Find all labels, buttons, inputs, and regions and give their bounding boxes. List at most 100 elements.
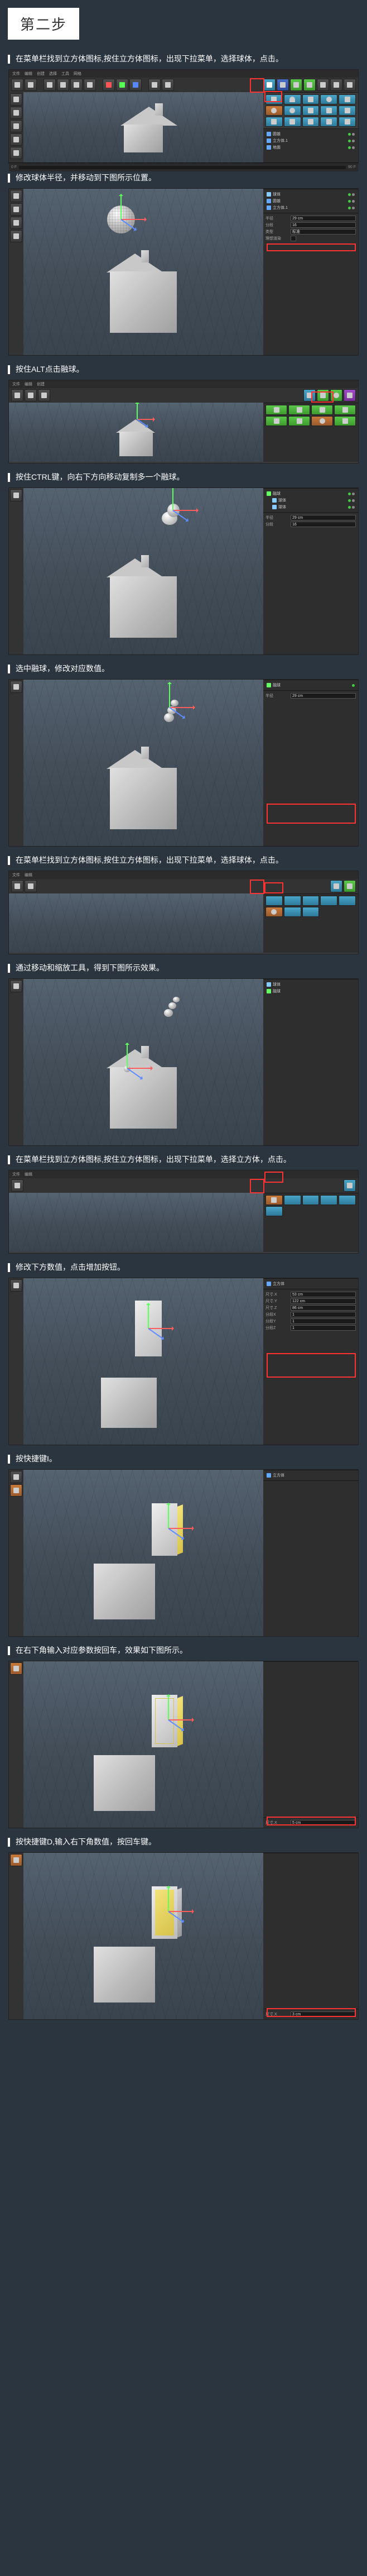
door-cube-mesh[interactable] <box>152 1886 177 1939</box>
viewport[interactable] <box>23 1278 263 1445</box>
move-gizmo[interactable] <box>137 419 138 420</box>
light-button[interactable] <box>344 79 356 91</box>
y-lock[interactable] <box>116 79 128 91</box>
gen-sweep[interactable] <box>265 416 287 426</box>
metaball-button[interactable] <box>330 389 342 402</box>
generator-button[interactable] <box>290 79 302 91</box>
poly-mode[interactable] <box>10 230 22 242</box>
undo-button[interactable] <box>11 1179 23 1192</box>
gen-bezier[interactable] <box>288 416 310 426</box>
prim-tube[interactable] <box>320 106 337 116</box>
model-mode[interactable] <box>10 980 22 992</box>
move-tool[interactable] <box>25 880 37 892</box>
x-lock[interactable] <box>103 79 115 91</box>
prim-cone[interactable] <box>284 1195 301 1205</box>
hull-field[interactable]: 29 cm <box>291 693 356 699</box>
segments-field[interactable]: 16 <box>291 522 356 527</box>
app-menubar[interactable]: 文件编辑 <box>9 1170 358 1178</box>
menu-item[interactable]: 创建 <box>37 71 45 77</box>
prim-torus[interactable] <box>284 106 301 116</box>
model-mode[interactable] <box>10 1471 22 1483</box>
gen-lathe[interactable] <box>311 405 333 415</box>
gen-metaball[interactable] <box>311 416 333 426</box>
move-gizmo[interactable] <box>168 1528 169 1529</box>
prim-disc[interactable] <box>320 896 337 906</box>
object-hierarchy[interactable]: 立方体 <box>263 1278 358 1289</box>
move-gizmo[interactable] <box>148 1328 149 1329</box>
prim-pyramid[interactable] <box>339 106 356 116</box>
prim-landscape[interactable] <box>339 117 356 127</box>
prim-torus[interactable] <box>284 907 301 917</box>
prim-capsule[interactable] <box>302 106 320 116</box>
model-mode[interactable] <box>10 489 22 501</box>
sizey-field[interactable]: 122 cm <box>291 1298 356 1304</box>
object-hierarchy[interactable]: 融球 <box>263 680 358 690</box>
app-menubar[interactable]: 文件编辑 <box>9 871 358 879</box>
prim-cube[interactable] <box>265 94 283 104</box>
cube-primitive-button[interactable] <box>303 389 316 402</box>
object-hierarchy[interactable]: 立方体 <box>263 1470 358 1480</box>
sizez-field[interactable]: 86 cm <box>291 1305 356 1311</box>
deformer-button[interactable] <box>344 389 356 402</box>
prim-cylinder[interactable] <box>302 896 320 906</box>
viewport[interactable] <box>23 1661 263 1828</box>
prim-plane[interactable] <box>339 896 356 906</box>
point-mode[interactable] <box>10 120 22 132</box>
segz-field[interactable]: 1 <box>291 1325 356 1331</box>
prim-oil[interactable] <box>284 117 301 127</box>
prim-plane[interactable] <box>339 94 356 104</box>
radius-field[interactable]: 29 cm <box>291 216 356 221</box>
viewport[interactable] <box>9 893 263 953</box>
segx-field[interactable]: 1 <box>291 1312 356 1317</box>
viewport[interactable] <box>23 680 263 846</box>
viewport[interactable] <box>9 403 263 462</box>
viewport[interactable] <box>23 1470 263 1636</box>
door-cube-mesh[interactable] <box>152 1503 177 1556</box>
poly-mode[interactable] <box>10 1662 22 1675</box>
ideal-check[interactable] <box>291 236 296 241</box>
viewport[interactable] <box>9 1193 263 1252</box>
rotate-tool[interactable] <box>84 79 96 91</box>
scale-tool[interactable] <box>38 389 50 402</box>
prim-sphere[interactable] <box>265 106 283 116</box>
prim-relief[interactable] <box>302 117 320 127</box>
prim-figure[interactable] <box>320 117 337 127</box>
timeline[interactable]: 0 F90 F <box>9 163 358 171</box>
inset-field[interactable]: 5 cm <box>291 1820 356 1825</box>
menu-item[interactable]: 工具 <box>61 71 69 77</box>
poly-mode[interactable] <box>10 1484 22 1497</box>
viewport[interactable] <box>23 92 263 163</box>
model-mode[interactable] <box>10 1279 22 1292</box>
gen-symmetry[interactable] <box>334 416 356 426</box>
undo-button[interactable] <box>11 880 23 892</box>
render-settings[interactable] <box>162 79 174 91</box>
prim-cylinder[interactable] <box>302 94 320 104</box>
model-mode[interactable] <box>10 681 22 693</box>
object-hierarchy[interactable]: 融球 球体 球体 <box>263 488 358 512</box>
prim-capsule[interactable] <box>302 907 320 917</box>
segy-field[interactable]: 1 <box>291 1318 356 1324</box>
prim-cube[interactable] <box>265 1195 283 1205</box>
smoke-blob[interactable] <box>164 713 174 722</box>
gen-subdiv[interactable] <box>265 405 287 415</box>
z-lock[interactable] <box>129 79 142 91</box>
select-tool[interactable] <box>44 79 56 91</box>
viewport[interactable] <box>23 1853 263 2019</box>
move-gizmo[interactable] <box>121 219 122 220</box>
prim-cone[interactable] <box>284 94 301 104</box>
object-hierarchy[interactable]: 球体 融球 <box>263 979 358 996</box>
prim-plane[interactable] <box>339 1195 356 1205</box>
radius-field[interactable]: 29 cm <box>291 515 356 520</box>
move-gizmo[interactable] <box>168 1911 169 1912</box>
menu-item[interactable]: 编辑 <box>25 71 32 77</box>
cube-primitive-button[interactable] <box>263 79 276 91</box>
scale-tool[interactable] <box>70 79 83 91</box>
undo-button[interactable] <box>11 79 23 91</box>
segments-field[interactable]: 16 <box>291 222 356 228</box>
move-gizmo[interactable] <box>127 1068 128 1069</box>
type-field[interactable]: 标准 <box>291 229 356 235</box>
gen-extrude[interactable] <box>288 405 310 415</box>
move-tool[interactable] <box>25 389 37 402</box>
cube-primitive-button[interactable] <box>344 1179 356 1192</box>
viewport[interactable] <box>23 488 263 654</box>
